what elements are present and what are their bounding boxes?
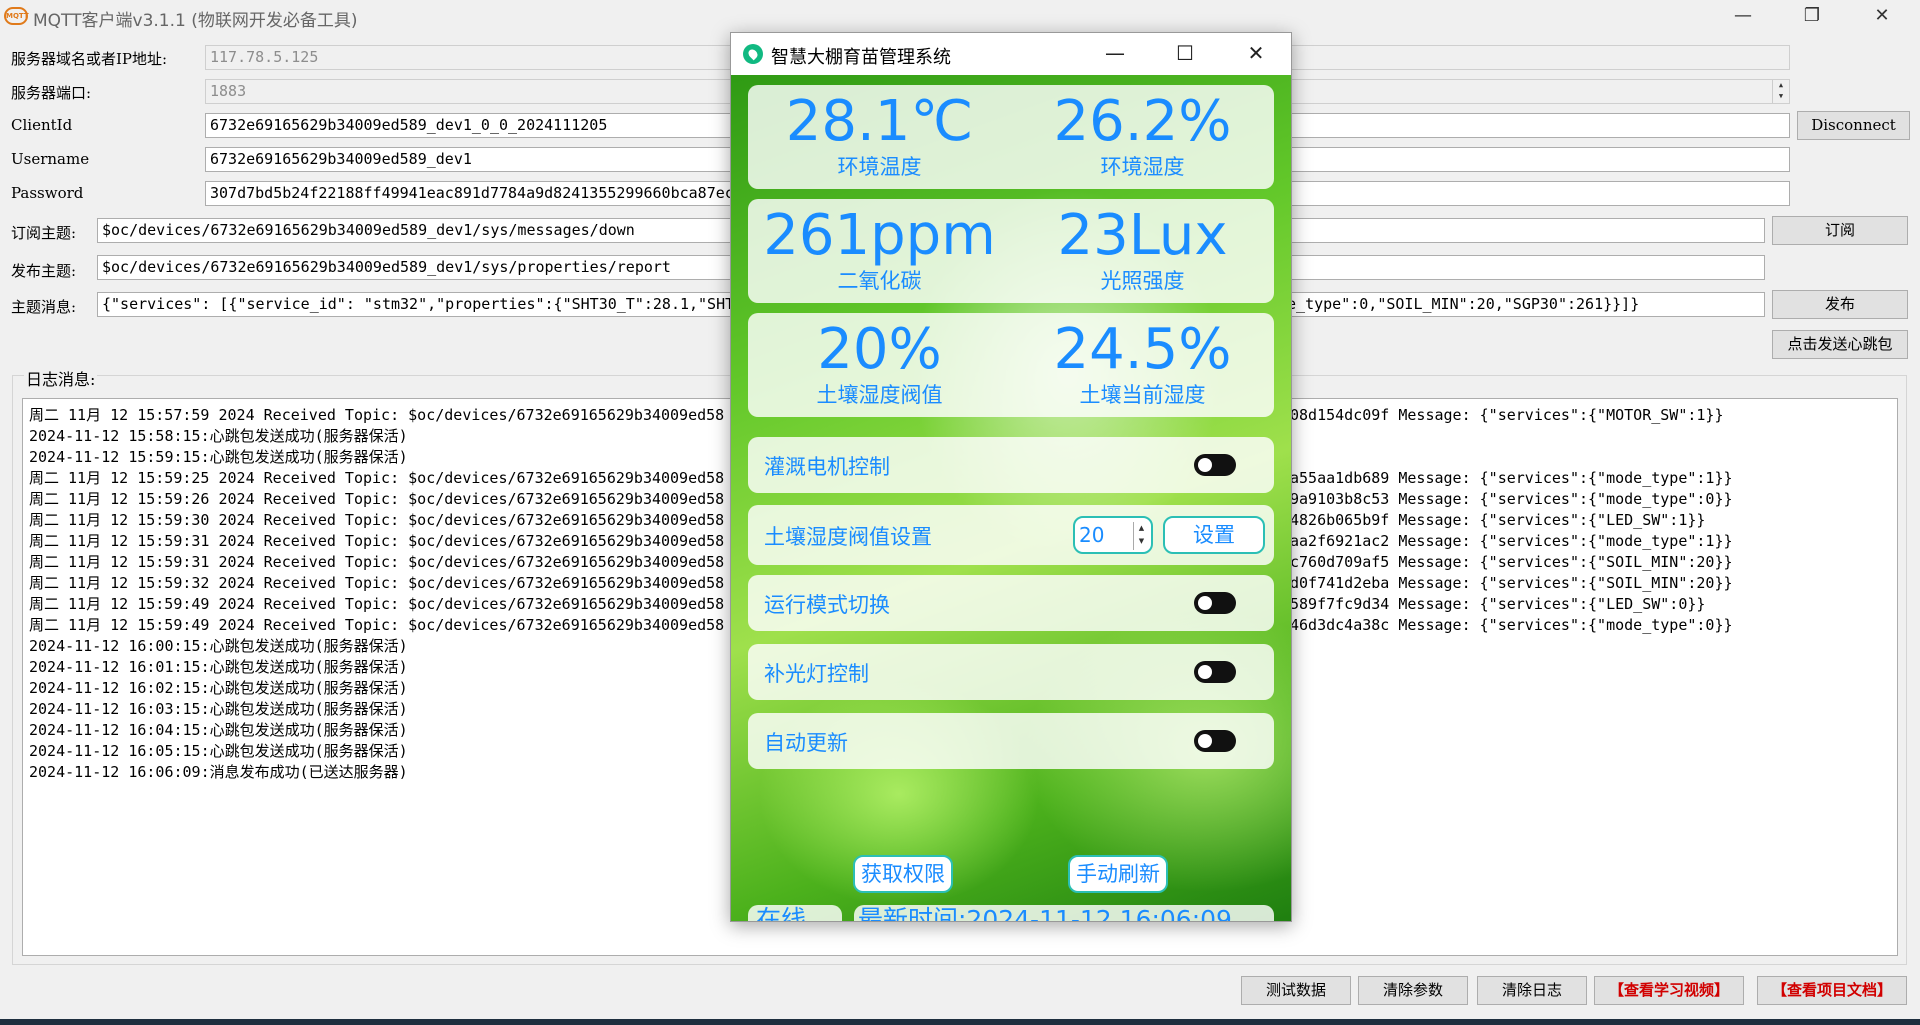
log-right-column: 08d154dc09f Message: {"services":{"MOTOR…: [1290, 405, 1733, 636]
heartbeat-button[interactable]: 点击发送心跳包: [1772, 330, 1908, 359]
soil-humidity-label: 土壤当前湿度: [1079, 383, 1206, 407]
clientid-label: ClientId: [11, 116, 73, 134]
subscribe-topic-label: 订阅主题:: [11, 224, 77, 242]
main-window-title: MQTT客户端v3.1.1 (物联网开发必备工具): [33, 11, 358, 31]
greenhouse-close-button[interactable]: ✕: [1228, 33, 1284, 75]
light-value: 23Lux: [1057, 203, 1228, 268]
greenhouse-minimize-button[interactable]: —: [1087, 33, 1143, 75]
threshold-input-value: 20: [1079, 523, 1105, 547]
mode-label: 运行模式切换: [764, 593, 890, 617]
port-label: 服务器端口:: [11, 84, 92, 102]
sensor-card-soil: 20% 土壤湿度阀值 24.5% 土壤当前湿度: [748, 313, 1274, 417]
co2-label: 二氧化碳: [837, 269, 922, 293]
sensor-card-climate: 28.1℃ 环境温度 26.2% 环境湿度: [748, 85, 1274, 189]
temperature-value: 28.1℃: [785, 89, 974, 154]
log-line-right: [1290, 447, 1733, 468]
host-label: 服务器域名或者IP地址:: [11, 50, 168, 68]
log-line-right: c760d709af5 Message: {"services":{"SOIL_…: [1290, 553, 1733, 571]
publish-button[interactable]: 发布: [1772, 290, 1908, 319]
pump-control-label: 灌溉电机控制: [764, 455, 890, 479]
message-text-right: de_type":0,"SOIL_MIN":20,"SGP30":261}}]}: [1278, 295, 1640, 313]
humidity-value: 26.2%: [1053, 89, 1232, 154]
view-docs-button[interactable]: 【查看项目文档】: [1757, 976, 1907, 1005]
disconnect-button[interactable]: Disconnect: [1797, 111, 1910, 140]
subscribe-button[interactable]: 订阅: [1772, 216, 1908, 245]
mode-row: 运行模式切换: [748, 575, 1274, 631]
soil-threshold-label: 土壤湿度阀值: [816, 383, 943, 407]
pump-toggle[interactable]: [1194, 454, 1236, 476]
test-data-button[interactable]: 测试数据: [1241, 976, 1351, 1005]
log-line-right: 589f7fc9d34 Message: {"services":{"LED_S…: [1290, 595, 1706, 613]
log-line-right: aa2f6921ac2 Message: {"services":{"mode_…: [1290, 532, 1733, 550]
log-line-right: 4826b065b9f Message: {"services":{"LED_S…: [1290, 511, 1706, 529]
auto-update-label: 自动更新: [764, 731, 848, 755]
minimize-button[interactable]: —: [1713, 0, 1773, 34]
auto-update-toggle[interactable]: [1194, 730, 1236, 752]
greenhouse-body: 28.1℃ 环境温度 26.2% 环境湿度 261ppm 二氧化碳 23Lux …: [731, 75, 1291, 921]
pump-control-row: 灌溉电机控制: [748, 437, 1274, 493]
manual-refresh-button[interactable]: 手动刷新: [1068, 855, 1168, 893]
clear-params-button[interactable]: 清除参数: [1358, 976, 1468, 1005]
port-value: 1883: [210, 82, 247, 100]
log-line-right: 46d3dc4a38c Message: {"services":{"mode_…: [1290, 616, 1733, 634]
port-spinner[interactable]: ▲ ▼: [1772, 80, 1789, 103]
light-label: 光照强度: [1100, 269, 1185, 293]
threshold-set-button[interactable]: 设置: [1163, 516, 1265, 554]
greenhouse-titlebar: 智慧大棚育苗管理系统 — ☐ ✕: [731, 33, 1291, 75]
greenhouse-window: 智慧大棚育苗管理系统 — ☐ ✕ 28.1℃ 环境温度 26.2% 环境湿度 2…: [730, 32, 1292, 922]
threshold-spinner[interactable]: ▲ ▼: [1133, 522, 1149, 550]
close-button[interactable]: ✕: [1852, 0, 1912, 34]
soil-threshold-value: 20%: [817, 317, 942, 382]
light-row: 补光灯控制: [748, 644, 1274, 700]
temperature-label: 环境温度: [837, 155, 922, 179]
light-control-label: 补光灯控制: [764, 662, 869, 686]
restore-button[interactable]: ❐: [1782, 0, 1842, 34]
clear-log-button[interactable]: 清除日志: [1477, 976, 1587, 1005]
log-line-right: 9a9103b8c53 Message: {"services":{"mode_…: [1290, 490, 1733, 508]
mqtt-app-icon: MQTT: [4, 7, 29, 25]
log-line-right: d0f741d2eba Message: {"services":{"SOIL_…: [1290, 574, 1733, 592]
view-video-button[interactable]: 【查看学习视频】: [1594, 976, 1744, 1005]
publish-topic-label: 发布主题:: [11, 262, 77, 280]
log-title: 日志消息:: [24, 366, 98, 390]
log-line-right: 08d154dc09f Message: {"services":{"MOTOR…: [1290, 406, 1724, 424]
greenhouse-maximize-button[interactable]: ☐: [1157, 33, 1213, 75]
online-status: 在线: [748, 905, 842, 921]
leaf-icon: [743, 44, 763, 64]
message-label: 主题消息:: [11, 298, 77, 316]
soil-humidity-value: 24.5%: [1053, 317, 1232, 382]
main-titlebar: MQTT MQTT客户端v3.1.1 (物联网开发必备工具) — ❐ ✕: [0, 0, 1920, 34]
password-label: Password: [11, 184, 84, 202]
username-label: Username: [11, 150, 90, 168]
threshold-label: 土壤湿度阀值设置: [764, 525, 932, 549]
humidity-label: 环境湿度: [1100, 155, 1185, 179]
light-toggle[interactable]: [1194, 661, 1236, 683]
log-line-right: [1290, 426, 1733, 447]
get-permission-button[interactable]: 获取权限: [853, 855, 953, 893]
sensor-card-air: 261ppm 二氧化碳 23Lux 光照强度: [748, 199, 1274, 303]
taskbar: [0, 1019, 1920, 1025]
co2-value: 261ppm: [763, 203, 996, 268]
threshold-input[interactable]: 20 ▲ ▼: [1073, 516, 1153, 554]
latest-time: 最新时间:2024-11-12 16:06:09: [854, 905, 1274, 921]
threshold-row: 土壤湿度阀值设置 20 ▲ ▼ 设置: [748, 505, 1274, 565]
greenhouse-title: 智慧大棚育苗管理系统: [771, 47, 951, 68]
auto-update-row: 自动更新: [748, 713, 1274, 769]
message-text-left: {"services": [{"service_id": "stm32","pr…: [102, 295, 735, 313]
mode-toggle[interactable]: [1194, 592, 1236, 614]
log-line-right: a55aa1db689 Message: {"services":{"mode_…: [1290, 469, 1733, 487]
